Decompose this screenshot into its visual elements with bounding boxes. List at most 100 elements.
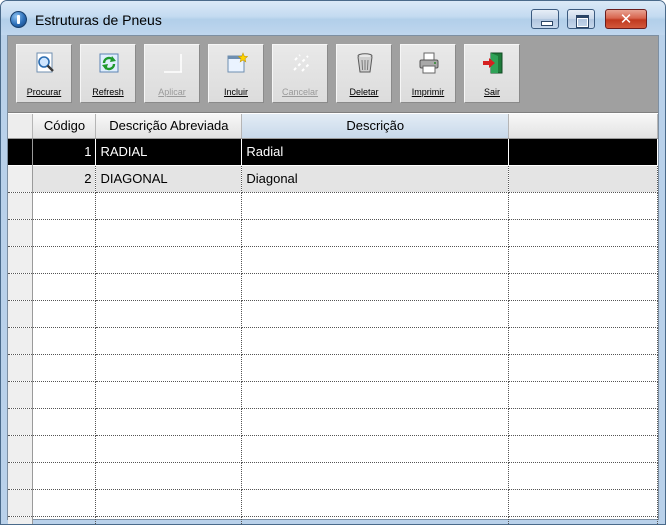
- empty-cell[interactable]: [32, 273, 97, 301]
- row-indicator[interactable]: [8, 516, 34, 524]
- row-indicator[interactable]: [8, 273, 34, 301]
- empty-cell[interactable]: [32, 408, 97, 436]
- empty-cell[interactable]: [95, 435, 243, 463]
- empty-cell[interactable]: [508, 219, 658, 247]
- empty-row[interactable]: [8, 489, 658, 517]
- empty-cell[interactable]: [508, 192, 658, 220]
- empty-cell[interactable]: [241, 381, 510, 409]
- empty-cell[interactable]: [32, 462, 97, 490]
- cell-empty[interactable]: [508, 165, 658, 193]
- row-indicator[interactable]: [8, 354, 34, 382]
- table-row[interactable]: 1 RADIAL Radial: [8, 138, 658, 166]
- empty-cell[interactable]: [32, 300, 97, 328]
- row-indicator[interactable]: [8, 435, 34, 463]
- empty-cell[interactable]: [241, 435, 510, 463]
- empty-cell[interactable]: [32, 516, 97, 524]
- deletar-button[interactable]: Deletar: [336, 44, 392, 103]
- empty-row[interactable]: [8, 516, 658, 524]
- row-indicator[interactable]: [8, 165, 34, 193]
- empty-cell[interactable]: [95, 354, 243, 382]
- empty-row[interactable]: [8, 354, 658, 382]
- imprimir-button[interactable]: Imprimir: [400, 44, 456, 103]
- empty-cell[interactable]: [95, 273, 243, 301]
- empty-cell[interactable]: [95, 489, 243, 517]
- row-indicator[interactable]: [8, 381, 34, 409]
- row-indicator[interactable]: [8, 192, 34, 220]
- empty-cell[interactable]: [32, 489, 97, 517]
- column-header-descricao[interactable]: Descrição: [241, 114, 510, 139]
- empty-cell[interactable]: [241, 246, 510, 274]
- incluir-button[interactable]: Incluir: [208, 44, 264, 103]
- empty-cell[interactable]: [508, 435, 658, 463]
- title-bar[interactable]: Estruturas de Pneus ✕: [1, 1, 665, 35]
- column-header-codigo[interactable]: Código: [32, 114, 97, 139]
- empty-cell[interactable]: [32, 435, 97, 463]
- empty-cell[interactable]: [95, 408, 243, 436]
- empty-cell[interactable]: [32, 219, 97, 247]
- empty-cell[interactable]: [241, 489, 510, 517]
- row-indicator[interactable]: [8, 300, 34, 328]
- empty-row[interactable]: [8, 381, 658, 409]
- empty-cell[interactable]: [32, 354, 97, 382]
- empty-cell[interactable]: [508, 354, 658, 382]
- empty-cell[interactable]: [241, 462, 510, 490]
- empty-row[interactable]: [8, 219, 658, 247]
- empty-cell[interactable]: [95, 192, 243, 220]
- cancelar-button[interactable]: Cancelar: [272, 44, 328, 103]
- empty-cell[interactable]: [95, 246, 243, 274]
- sair-button[interactable]: Sair: [464, 44, 520, 103]
- maximize-button[interactable]: [567, 9, 595, 29]
- empty-cell[interactable]: [32, 327, 97, 355]
- empty-cell[interactable]: [508, 273, 658, 301]
- table-row[interactable]: 2 DIAGONAL Diagonal: [8, 165, 658, 193]
- empty-cell[interactable]: [508, 408, 658, 436]
- app-info-icon[interactable]: [10, 11, 27, 28]
- row-indicator[interactable]: [8, 246, 34, 274]
- row-indicator[interactable]: [8, 138, 34, 166]
- empty-cell[interactable]: [241, 327, 510, 355]
- empty-row[interactable]: [8, 408, 658, 436]
- empty-cell[interactable]: [95, 300, 243, 328]
- empty-row[interactable]: [8, 435, 658, 463]
- empty-cell[interactable]: [241, 219, 510, 247]
- cell-empty[interactable]: [508, 138, 658, 166]
- empty-row[interactable]: [8, 300, 658, 328]
- cell-descricao[interactable]: Diagonal: [241, 165, 510, 193]
- empty-row[interactable]: [8, 327, 658, 355]
- empty-cell[interactable]: [508, 489, 658, 517]
- empty-cell[interactable]: [508, 516, 658, 524]
- cell-codigo[interactable]: 2: [32, 165, 97, 193]
- empty-cell[interactable]: [241, 273, 510, 301]
- empty-cell[interactable]: [241, 408, 510, 436]
- empty-cell[interactable]: [508, 300, 658, 328]
- empty-cell[interactable]: [508, 246, 658, 274]
- empty-cell[interactable]: [95, 327, 243, 355]
- empty-cell[interactable]: [95, 462, 243, 490]
- row-indicator[interactable]: [8, 489, 34, 517]
- cell-descricao-abreviada[interactable]: DIAGONAL: [95, 165, 243, 193]
- close-button[interactable]: ✕: [605, 9, 647, 29]
- empty-row[interactable]: [8, 462, 658, 490]
- row-indicator[interactable]: [8, 408, 34, 436]
- empty-row[interactable]: [8, 192, 658, 220]
- procurar-button[interactable]: Procurar: [16, 44, 72, 103]
- column-header-descricao-abreviada[interactable]: Descrição Abreviada: [95, 114, 243, 139]
- refresh-button[interactable]: Refresh: [80, 44, 136, 103]
- empty-cell[interactable]: [508, 327, 658, 355]
- row-indicator[interactable]: [8, 327, 34, 355]
- empty-cell[interactable]: [241, 300, 510, 328]
- empty-cell[interactable]: [241, 192, 510, 220]
- cell-codigo[interactable]: 1: [32, 138, 97, 166]
- records-grid[interactable]: Código Descrição Abreviada Descrição 1 R…: [8, 114, 658, 524]
- empty-cell[interactable]: [32, 246, 97, 274]
- aplicar-button[interactable]: Aplicar: [144, 44, 200, 103]
- minimize-button[interactable]: [531, 9, 559, 29]
- empty-cell[interactable]: [241, 354, 510, 382]
- empty-cell[interactable]: [95, 516, 243, 524]
- row-indicator[interactable]: [8, 219, 34, 247]
- row-indicator[interactable]: [8, 462, 34, 490]
- empty-cell[interactable]: [241, 516, 510, 524]
- empty-cell[interactable]: [32, 381, 97, 409]
- empty-cell[interactable]: [95, 219, 243, 247]
- empty-row[interactable]: [8, 273, 658, 301]
